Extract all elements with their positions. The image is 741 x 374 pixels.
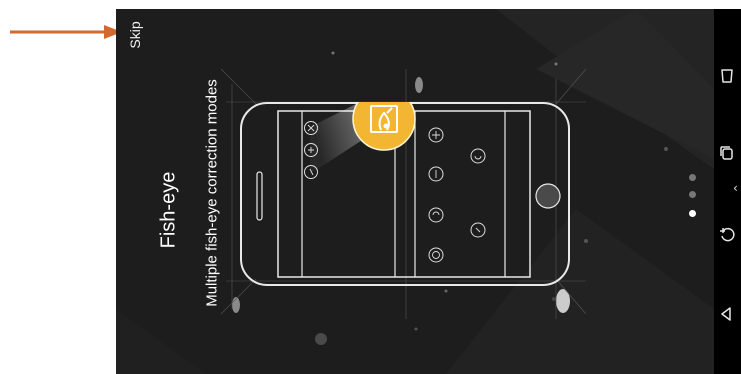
skip-button[interactable]: Skip [122,15,148,55]
page-indicator-dot-1 [689,174,696,181]
back-icon[interactable] [716,223,738,245]
page-indicator-dot-2 [689,191,696,198]
annotation-arrow [10,25,122,39]
phone-illustration [240,102,570,286]
recent-apps-icon[interactable] [716,65,738,87]
feature-title: Fish-eye [157,171,180,249]
page-indicator-dot-3-active [689,210,696,217]
chevron-left-icon[interactable]: ‹ [733,181,738,195]
home-icon[interactable] [716,303,738,325]
split-screen-icon[interactable] [716,142,738,164]
feature-subtitle: Multiple fish-eye correction modes [203,78,221,307]
